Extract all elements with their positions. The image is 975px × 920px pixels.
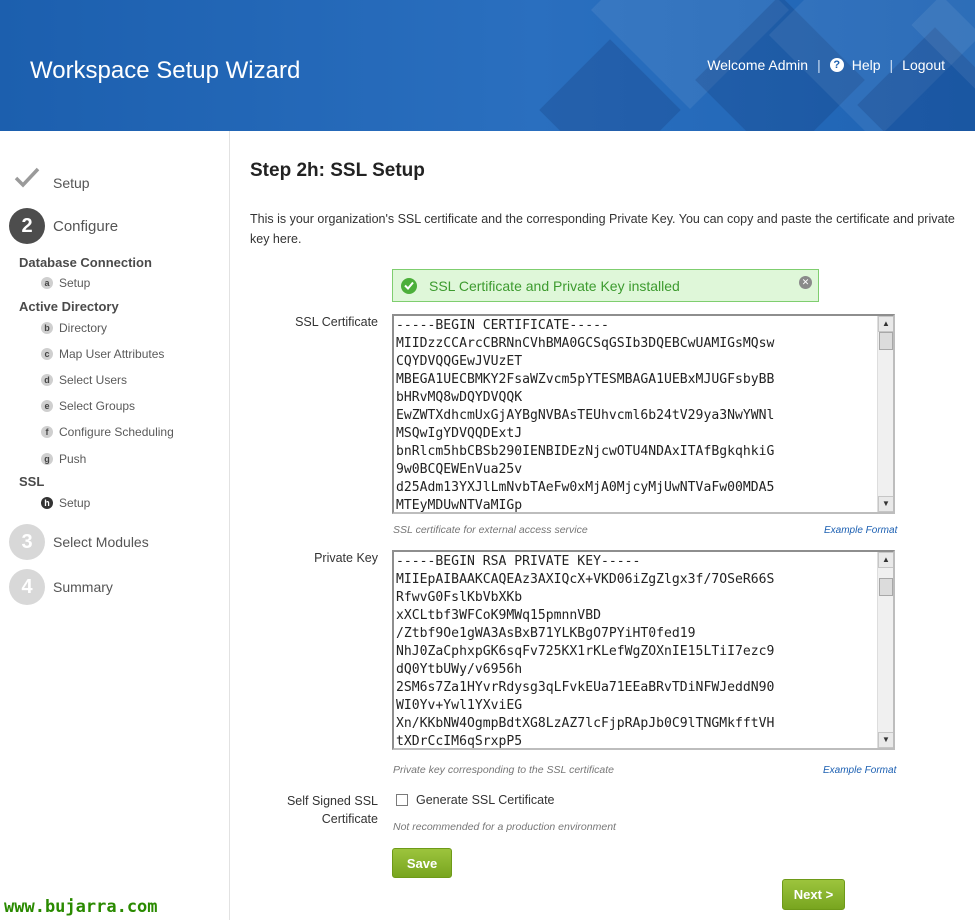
substep-push[interactable]: g Push bbox=[41, 452, 86, 466]
substep-badge: f bbox=[41, 426, 53, 438]
substep-badge: h bbox=[41, 497, 53, 509]
ssl-certificate-value: -----BEGIN CERTIFICATE----- MIIDzzCCArcC… bbox=[396, 318, 775, 512]
ssl-certificate-example-link[interactable]: Example Format bbox=[824, 525, 897, 536]
substep-select-users[interactable]: d Select Users bbox=[41, 373, 127, 387]
welcome-text: Welcome Admin bbox=[707, 57, 809, 73]
substep-badge: a bbox=[41, 277, 53, 289]
substep-badge: e bbox=[41, 400, 53, 412]
private-key-textarea[interactable]: -----BEGIN RSA PRIVATE KEY----- MIIEpAIB… bbox=[392, 550, 895, 750]
check-circle-icon bbox=[401, 277, 417, 294]
step-configure[interactable]: 2 Configure bbox=[9, 208, 118, 244]
substep-badge: c bbox=[41, 348, 53, 360]
substep-label: Map User Attributes bbox=[59, 347, 165, 361]
separator: | bbox=[817, 57, 821, 73]
self-signed-label-line1: Self Signed SSL bbox=[286, 794, 378, 808]
substep-configure-scheduling[interactable]: f Configure Scheduling bbox=[41, 425, 174, 439]
save-button[interactable]: Save bbox=[392, 848, 452, 878]
app-title: Workspace Setup Wizard bbox=[30, 57, 301, 84]
app-header: Workspace Setup Wizard Welcome Admin | ?… bbox=[0, 0, 975, 131]
private-key-hint: Private key corresponding to the SSL cer… bbox=[393, 764, 615, 776]
self-signed-label-line2: Certificate bbox=[321, 812, 378, 826]
substep-badge: g bbox=[41, 453, 53, 465]
substep-badge: b bbox=[41, 322, 53, 334]
success-message: SSL Certificate and Private Key installe… bbox=[429, 277, 680, 294]
group-title-ssl: SSL bbox=[19, 474, 45, 489]
substep-map-user-attributes[interactable]: c Map User Attributes bbox=[41, 347, 164, 361]
step-number: 3 bbox=[9, 524, 45, 560]
substep-database-setup[interactable]: a Setup bbox=[41, 276, 90, 290]
scroll-up-icon[interactable]: ▲ bbox=[878, 316, 893, 332]
help-link[interactable]: Help bbox=[852, 57, 881, 73]
substep-label: Directory bbox=[59, 321, 108, 335]
private-key-value: -----BEGIN RSA PRIVATE KEY----- MIIEpAIB… bbox=[396, 554, 775, 748]
substep-label: Setup bbox=[59, 276, 91, 290]
self-signed-hint: Not recommended for a production environ… bbox=[393, 821, 616, 833]
step-number: 4 bbox=[9, 569, 45, 605]
substep-badge: d bbox=[41, 374, 53, 386]
help-icon[interactable]: ? bbox=[829, 58, 844, 72]
step-setup[interactable]: Setup bbox=[9, 160, 90, 196]
substep-label: Select Groups bbox=[59, 399, 136, 413]
top-links: Welcome Admin | ? Help | Logout bbox=[707, 57, 945, 73]
close-icon[interactable]: ✕ bbox=[799, 276, 812, 289]
scrollbar[interactable]: ▲ ▼ bbox=[877, 316, 893, 512]
success-alert: SSL Certificate and Private Key installe… bbox=[392, 269, 819, 302]
watermark: www.bujarra.com bbox=[4, 897, 158, 917]
separator: | bbox=[889, 57, 894, 73]
private-key-example-link[interactable]: Example Format bbox=[823, 765, 896, 776]
scroll-thumb[interactable] bbox=[879, 332, 893, 350]
scroll-down-icon[interactable]: ▼ bbox=[878, 732, 893, 748]
ssl-certificate-label: SSL Certificate bbox=[295, 315, 378, 329]
group-title-active-directory: Active Directory bbox=[19, 299, 119, 314]
group-title-database: Database Connection bbox=[19, 255, 152, 270]
substep-label: Configure Scheduling bbox=[59, 425, 174, 439]
generate-ssl-label: Generate SSL Certificate bbox=[416, 793, 555, 807]
scroll-thumb[interactable] bbox=[879, 578, 893, 596]
substep-directory[interactable]: b Directory bbox=[41, 321, 107, 335]
substep-label: Setup bbox=[59, 496, 91, 510]
scroll-up-icon[interactable]: ▲ bbox=[878, 552, 893, 568]
private-key-label: Private Key bbox=[314, 551, 378, 565]
substep-ssl-setup[interactable]: h Setup bbox=[41, 496, 90, 510]
step-label: Summary bbox=[53, 579, 113, 595]
check-icon bbox=[9, 160, 45, 196]
step-label: Configure bbox=[53, 217, 119, 235]
self-signed-label: Self Signed SSL Certificate bbox=[250, 792, 378, 828]
intro-text: This is your organization's SSL certific… bbox=[250, 212, 955, 246]
substep-label: Select Users bbox=[59, 373, 128, 387]
scrollbar[interactable]: ▲ ▼ bbox=[877, 552, 893, 748]
step-number: 2 bbox=[9, 208, 45, 244]
page-title: Step 2h: SSL Setup bbox=[250, 160, 425, 181]
step-select-modules[interactable]: 3 Select Modules bbox=[9, 524, 149, 560]
scroll-down-icon[interactable]: ▼ bbox=[878, 496, 893, 512]
ssl-certificate-textarea[interactable]: -----BEGIN CERTIFICATE----- MIIDzzCCArcC… bbox=[392, 314, 895, 514]
logout-link[interactable]: Logout bbox=[902, 57, 945, 73]
step-label: Select Modules bbox=[53, 534, 149, 550]
step-label: Setup bbox=[53, 175, 90, 191]
next-button[interactable]: Next > bbox=[782, 879, 845, 910]
step-summary[interactable]: 4 Summary bbox=[9, 569, 113, 605]
substep-select-groups[interactable]: e Select Groups bbox=[41, 399, 135, 413]
generate-ssl-checkbox[interactable] bbox=[396, 794, 408, 806]
generate-ssl-checkbox-row[interactable]: Generate SSL Certificate bbox=[396, 793, 555, 807]
ssl-certificate-hint: SSL certificate for external access serv… bbox=[393, 524, 588, 536]
substep-label: Push bbox=[59, 452, 87, 466]
